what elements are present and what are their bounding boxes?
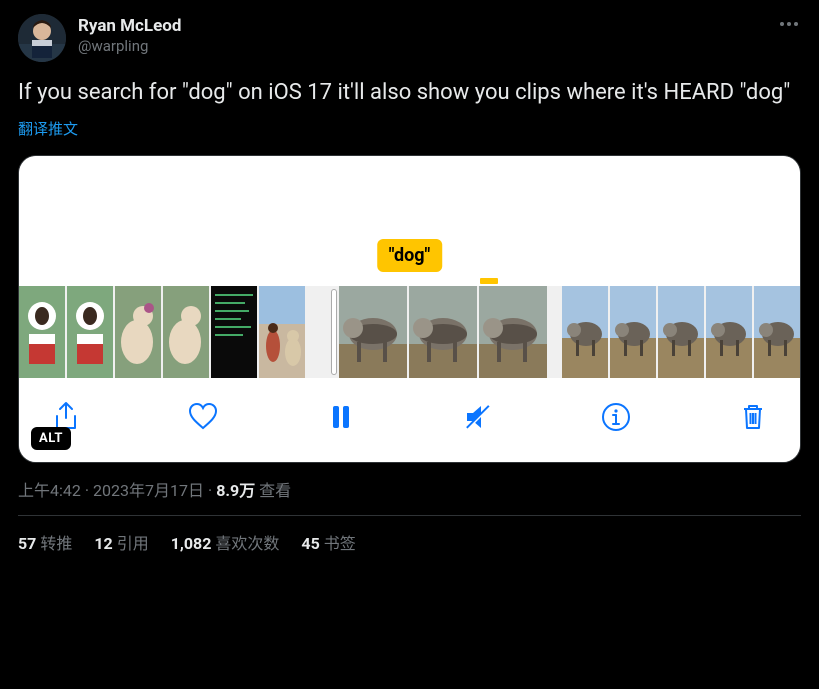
views-label[interactable]: 查看: [259, 481, 291, 500]
video-timeline[interactable]: [19, 286, 800, 378]
clip-thumbnail: [211, 286, 257, 378]
info-icon[interactable]: [599, 400, 633, 434]
tweet-container: Ryan McLeod @warpling If you search for …: [0, 0, 819, 564]
pause-icon[interactable]: [324, 400, 358, 434]
alt-badge[interactable]: ALT: [31, 427, 71, 450]
user-handle[interactable]: @warpling: [78, 37, 181, 56]
display-name[interactable]: Ryan McLeod: [78, 16, 181, 37]
clip-group-1: [19, 286, 305, 378]
tweet-time[interactable]: 上午4:42: [18, 481, 81, 500]
heart-icon[interactable]: [186, 400, 220, 434]
media-card[interactable]: "dog": [18, 155, 801, 463]
clip-thumbnail: [658, 286, 704, 378]
retweets-stat[interactable]: 57转推: [18, 530, 72, 554]
clip-thumbnail: [339, 286, 407, 378]
clip-thumbnail: [259, 286, 305, 378]
clip-thumbnail: [562, 286, 608, 378]
clip-thumbnail: [610, 286, 656, 378]
media-inner: "dog": [19, 156, 800, 462]
clip-thumbnail: [115, 286, 161, 378]
bookmarks-stat[interactable]: 45书签: [301, 530, 355, 554]
playhead[interactable]: [331, 289, 337, 375]
views-count: 8.9万: [216, 481, 255, 500]
timeline-gap: [547, 286, 562, 378]
media-toolbar: [19, 378, 800, 462]
likes-stat[interactable]: 1,082喜欢次数: [171, 530, 280, 554]
clip-thumbnail: [163, 286, 209, 378]
avatar[interactable]: [18, 14, 66, 62]
timeline-gap: [305, 286, 331, 378]
user-names: Ryan McLeod @warpling: [78, 14, 181, 56]
search-tag: "dog": [377, 239, 443, 272]
clip-group-3: [562, 286, 800, 378]
tweet-header: Ryan McLeod @warpling: [18, 14, 801, 62]
clip-thumbnail: [754, 286, 800, 378]
quotes-stat[interactable]: 12引用: [94, 530, 148, 554]
clip-thumbnail: [67, 286, 113, 378]
tag-tick: [480, 278, 498, 284]
mute-icon[interactable]: [461, 400, 495, 434]
media-whitespace: "dog": [19, 156, 800, 286]
more-button[interactable]: [777, 12, 801, 40]
tweet-meta: 上午4:42·2023年7月17日·8.9万 查看: [18, 477, 801, 501]
trash-icon[interactable]: [736, 400, 770, 434]
clip-thumbnail: [19, 286, 65, 378]
clip-thumbnail: [409, 286, 477, 378]
tweet-date[interactable]: 2023年7月17日: [93, 481, 204, 500]
translate-link[interactable]: 翻译推文: [18, 118, 801, 139]
tweet-text: If you search for "dog" on iOS 17 it'll …: [18, 78, 801, 108]
clip-thumbnail: [706, 286, 752, 378]
tweet-stats: 57转推 12引用 1,082喜欢次数 45书签: [18, 516, 801, 554]
clip-thumbnail: [479, 286, 547, 378]
clip-group-2: [331, 286, 547, 378]
